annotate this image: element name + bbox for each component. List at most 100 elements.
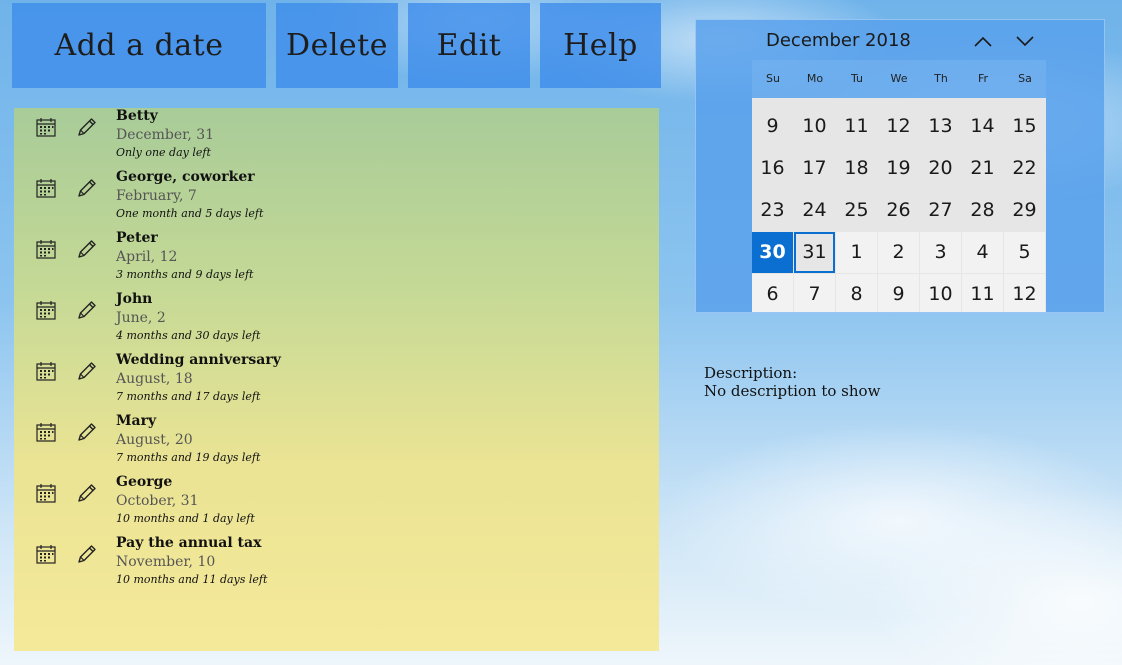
calendar-icon (35, 116, 57, 138)
calendar-day[interactable]: 11 (962, 274, 1003, 312)
calendar: December 2018 Su Mo Tu We Th Fr Sa 9 10 11 12 13 14… (695, 19, 1105, 313)
event-name: George, coworker (116, 169, 255, 185)
calendar-day[interactable]: 22 (1004, 148, 1045, 189)
calendar-day[interactable]: 23 (752, 190, 793, 231)
event-remaining: 10 months and 1 day left (116, 512, 255, 525)
calendar-day[interactable]: 2 (878, 232, 919, 273)
list-item[interactable]: Betty December, 31 Only one day left (14, 108, 659, 169)
help-button[interactable]: Help (540, 3, 661, 88)
weekday-label: Su (766, 72, 780, 85)
event-date: October, 31 (116, 493, 199, 509)
pencil-icon[interactable] (76, 177, 98, 199)
weekday-label: Th (934, 72, 948, 85)
pencil-icon[interactable] (76, 238, 98, 260)
calendar-day[interactable]: 5 (1004, 232, 1045, 273)
calendar-day[interactable]: 7 (794, 274, 835, 312)
calendar-day[interactable]: 25 (836, 190, 877, 231)
calendar-icon (35, 421, 57, 443)
calendar-day[interactable]: 29 (1004, 190, 1045, 231)
list-item[interactable]: Peter April, 12 3 months and 9 days left (14, 230, 659, 291)
event-remaining: Only one day left (116, 146, 211, 159)
calendar-icon (35, 543, 57, 565)
pencil-icon[interactable] (76, 116, 98, 138)
calendar-day[interactable]: 27 (920, 190, 961, 231)
description-value: No description to show (704, 382, 881, 400)
event-remaining: 7 months and 17 days left (116, 390, 261, 403)
calendar-day[interactable]: 3 (920, 232, 961, 273)
event-date: December, 31 (116, 127, 215, 143)
weekday-label: Tu (850, 72, 864, 85)
weekday-label: We (890, 72, 908, 85)
delete-button[interactable]: Delete (276, 3, 398, 88)
calendar-day[interactable]: 12 (1004, 274, 1045, 312)
pencil-icon[interactable] (76, 543, 98, 565)
calendar-day[interactable]: 9 (878, 274, 919, 312)
calendar-day[interactable]: 19 (878, 148, 919, 189)
calendar-day[interactable]: 26 (878, 190, 919, 231)
day-grid: 9 10 11 12 13 14 15 16 17 18 19 20 21 22 23 24 25 26 27 28 2… (752, 98, 1046, 312)
event-remaining: 10 months and 11 days left (116, 573, 268, 586)
event-name: Pay the annual tax (116, 535, 262, 551)
calendar-day[interactable]: 8 (836, 274, 877, 312)
calendar-icon (35, 299, 57, 321)
description-label: Description: (704, 364, 798, 382)
event-name: Mary (116, 413, 157, 429)
calendar-day[interactable]: 11 (836, 106, 877, 147)
calendar-day[interactable]: 13 (920, 106, 961, 147)
event-name: John (116, 291, 153, 307)
pencil-icon[interactable] (76, 299, 98, 321)
calendar-day[interactable]: 16 (752, 148, 793, 189)
calendar-day[interactable]: 18 (836, 148, 877, 189)
calendar-title[interactable]: December 2018 (766, 30, 911, 51)
calendar-day[interactable]: 14 (962, 106, 1003, 147)
add-date-button[interactable]: Add a date (12, 3, 266, 88)
list-item[interactable]: George, coworker February, 7 One month and… (14, 169, 659, 230)
weekday-label: Sa (1018, 72, 1032, 85)
calendar-day[interactable]: 1 (836, 232, 877, 273)
chevron-up-icon[interactable] (968, 28, 998, 54)
event-list[interactable]: Betty December, 31 Only one day left George… (14, 108, 659, 651)
event-date: August, 18 (116, 371, 193, 387)
pencil-icon[interactable] (76, 482, 98, 504)
pencil-icon[interactable] (76, 421, 98, 443)
list-item[interactable]: Pay the annual tax November, 10 10 months … (14, 535, 659, 596)
calendar-icon (35, 238, 57, 260)
edit-button[interactable]: Edit (408, 3, 530, 88)
calendar-day[interactable]: 15 (1004, 106, 1045, 147)
pencil-icon[interactable] (76, 360, 98, 382)
event-name: George (116, 474, 173, 490)
calendar-day[interactable]: 10 (794, 106, 835, 147)
list-item[interactable]: Mary August, 20 7 months and 19 days left (14, 413, 659, 474)
calendar-day[interactable]: 6 (752, 274, 793, 312)
event-remaining: 3 months and 9 days left (116, 268, 254, 281)
calendar-day[interactable]: 24 (794, 190, 835, 231)
weekday-label: Mo (806, 72, 824, 85)
event-name: Wedding anniversary (116, 352, 281, 368)
list-item[interactable]: Wedding anniversary August, 18 7 months an… (14, 352, 659, 413)
calendar-day[interactable]: 20 (920, 148, 961, 189)
event-date: November, 10 (116, 554, 216, 570)
event-date: February, 7 (116, 188, 197, 204)
event-name: Betty (116, 108, 158, 124)
calendar-day[interactable]: 12 (878, 106, 919, 147)
calendar-day[interactable]: 31 (794, 232, 835, 273)
calendar-day[interactable]: 28 (962, 190, 1003, 231)
event-remaining: 4 months and 30 days left (116, 329, 261, 342)
event-remaining: One month and 5 days left (116, 207, 264, 220)
calendar-day[interactable]: 4 (962, 232, 1003, 273)
calendar-day[interactable]: 17 (794, 148, 835, 189)
event-date: June, 2 (116, 310, 166, 326)
event-date: April, 12 (116, 249, 178, 265)
calendar-day[interactable]: 9 (752, 106, 793, 147)
calendar-day[interactable]: 30 (752, 232, 793, 273)
calendar-day[interactable]: 21 (962, 148, 1003, 189)
event-date: August, 20 (116, 432, 193, 448)
weekday-header: Su Mo Tu We Th Fr Sa (752, 60, 1046, 98)
weekday-label: Fr (977, 72, 989, 85)
event-remaining: 7 months and 19 days left (116, 451, 261, 464)
list-item[interactable]: George October, 31 10 months and 1 day lef… (14, 474, 659, 535)
list-item[interactable]: John June, 2 4 months and 30 days left (14, 291, 659, 352)
calendar-day[interactable]: 10 (920, 274, 961, 312)
calendar-icon (35, 360, 57, 382)
chevron-down-icon[interactable] (1010, 28, 1040, 54)
